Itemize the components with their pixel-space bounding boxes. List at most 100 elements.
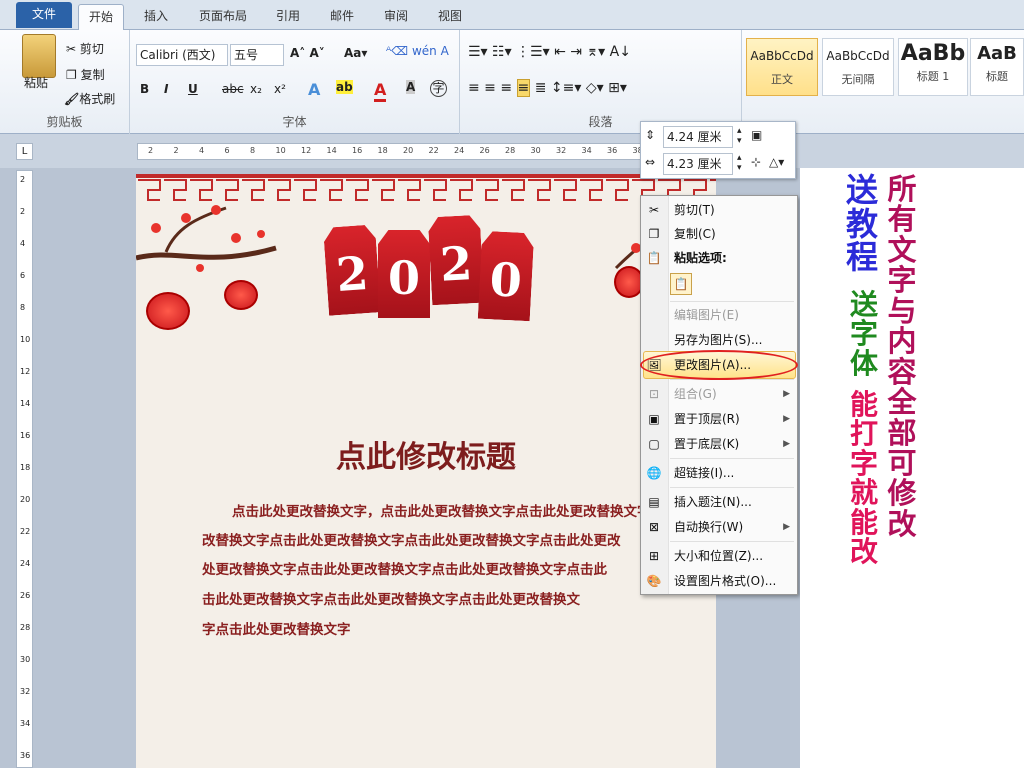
- style-title[interactable]: AaB 标题: [970, 38, 1024, 96]
- body-line-3[interactable]: 处更改替换文字点击此处更改替换文字点击此处更改替换文字点击此: [202, 558, 712, 578]
- bring-forward-icon[interactable]: ▣: [751, 128, 762, 142]
- vertical-ruler[interactable]: 2 2 4 6 8 10 12 14 16 18 20 22 24 26 28 30 32 34 36: [16, 170, 33, 768]
- document-title[interactable]: 点此修改标题: [136, 432, 716, 476]
- highlight-icon[interactable]: ab: [336, 80, 353, 94]
- font-size-combo[interactable]: 五号: [230, 44, 284, 66]
- ruler-mark: 10: [275, 146, 286, 155]
- copy-label: 复制: [80, 68, 105, 82]
- menu-group[interactable]: ⊡ 组合(G) ▶: [640, 382, 796, 406]
- vruler-mark: 10: [20, 335, 31, 344]
- height-icon: ⇕: [645, 128, 656, 142]
- year-tag-2: 0: [378, 230, 430, 318]
- ruler-mark: 22: [428, 146, 439, 155]
- tab-view[interactable]: 视图: [430, 4, 470, 30]
- scissors-icon: ✂: [648, 203, 660, 217]
- menu-wrap-text[interactable]: ⊠ 自动换行(W) ▶: [640, 515, 796, 539]
- vruler-mark: 36: [20, 751, 31, 760]
- tab-selector-icon[interactable]: L: [16, 143, 33, 160]
- font-name-combo[interactable]: Calibri (西文): [136, 44, 228, 66]
- style-heading1[interactable]: AaBb 标题 1: [898, 38, 968, 96]
- cut-label: 剪切: [79, 42, 104, 56]
- paste-button[interactable]: 粘贴: [24, 74, 48, 91]
- menu-send-to-back[interactable]: ▢ 置于底层(K) ▶: [640, 432, 796, 456]
- height-input[interactable]: 4.24 厘米: [663, 126, 733, 148]
- copy-button[interactable]: ❐ 复制: [66, 66, 105, 83]
- style-title-name: 标题: [986, 70, 1008, 83]
- italic-button[interactable]: I: [164, 82, 168, 96]
- annotation-ring: [640, 350, 798, 380]
- tab-home[interactable]: 开始: [78, 4, 124, 31]
- vruler-mark: 32: [20, 687, 31, 696]
- body-line-5[interactable]: 字点击此处更改替换文字: [202, 618, 712, 638]
- bold-button[interactable]: B: [140, 82, 149, 96]
- body-line-2[interactable]: 改替换文字点击此处更改替换文字点击此处更改替换文字点击此处更改: [202, 529, 712, 549]
- document-page[interactable]: 2 0 2 0 点此修改标题 点击此处更改替换文字，点击此处更改替换文字点击此处…: [136, 174, 716, 768]
- clear-format-icon[interactable]: ᴬ⌫ wén A: [386, 44, 449, 58]
- context-menu-items: ✂ 剪切(T) ❐ 复制(C) 📋 粘贴选项: 📋 编辑图片(E) 另存为图片(S).…: [640, 195, 798, 595]
- menu-bring-to-front[interactable]: ▣ 置于顶层(R) ▶: [640, 407, 796, 431]
- enclose-char-icon[interactable]: 字: [430, 80, 447, 97]
- tab-references[interactable]: 引用: [268, 4, 308, 30]
- style-normal-name: 正文: [771, 73, 793, 86]
- promo-type: 能打字就能改: [844, 390, 884, 567]
- align-icons[interactable]: ≡ ≡ ≡ ≡ ≣ ↕≡▾ ◇▾ ⊞▾: [468, 79, 627, 97]
- tab-mailings[interactable]: 邮件: [322, 4, 362, 30]
- tab-review[interactable]: 审阅: [376, 4, 416, 30]
- text-effects-icon[interactable]: A: [308, 80, 320, 99]
- menu-hyperlink-label: 超链接(I)...: [674, 466, 735, 480]
- paste-icon[interactable]: [22, 34, 56, 78]
- tab-file[interactable]: 文件: [16, 2, 72, 28]
- size-icon: ⊞: [648, 549, 660, 563]
- subscript-button[interactable]: x₂: [250, 82, 262, 96]
- menu-edit-picture[interactable]: 编辑图片(E): [640, 303, 796, 327]
- format-painter-button[interactable]: 🖌格式刷: [64, 90, 115, 107]
- ribbon-tab-bar: 文件 开始 插入 页面布局 引用 邮件 审阅 视图: [0, 0, 1024, 31]
- menu-paste-options: 📋 粘贴选项:: [640, 246, 796, 270]
- width-input[interactable]: 4.23 厘米: [663, 153, 733, 175]
- tab-page-layout[interactable]: 页面布局: [190, 4, 256, 30]
- font-color-icon[interactable]: A: [374, 80, 387, 102]
- vruler-mark: 30: [20, 655, 31, 664]
- change-case-icon[interactable]: Aa▾: [344, 46, 367, 60]
- height-spinner-icon[interactable]: ▴ ▾: [737, 126, 742, 146]
- grow-font-icon[interactable]: A˄ A˅: [290, 46, 325, 60]
- width-row: ⇔ 4.23 厘米 ▴ ▾ ⊹ △▾: [645, 153, 793, 175]
- copy-icon: ❐: [648, 227, 660, 241]
- char-shading-icon[interactable]: A: [406, 80, 416, 94]
- tab-insert[interactable]: 插入: [136, 4, 176, 30]
- paste-keep-icon[interactable]: 📋: [670, 273, 692, 295]
- menu-send-to-back-label: 置于底层(K): [674, 437, 740, 451]
- year-tag-1: 2: [323, 224, 381, 315]
- vruler-mark: 24: [20, 559, 31, 568]
- menu-format-picture[interactable]: 🎨 设置图片格式(O)...: [640, 569, 796, 593]
- menu-hyperlink[interactable]: 🌐 超链接(I)...: [640, 461, 796, 485]
- bullets-icon[interactable]: ☰▾ ☷▾ ⋮☰▾ ⇤ ⇥ ⌆▾ A↓: [468, 44, 631, 60]
- ruler-mark: 8: [250, 146, 256, 155]
- superscript-button[interactable]: x²: [274, 82, 286, 96]
- menu-cut[interactable]: ✂ 剪切(T): [640, 198, 796, 222]
- vruler-mark: 12: [20, 367, 31, 376]
- body-line-4[interactable]: 击此处更改替换文字点击此处更改替换文字点击此处更改替换文: [202, 588, 712, 608]
- menu-copy[interactable]: ❐ 复制(C): [640, 222, 796, 246]
- rotate-icon[interactable]: △▾: [769, 155, 784, 169]
- horizontal-ruler[interactable]: 2246810121416182022242628303234363840424…: [137, 143, 719, 160]
- menu-save-as-picture[interactable]: 另存为图片(S)...: [640, 328, 796, 352]
- ruler-mark: 18: [377, 146, 388, 155]
- globe-icon: 🌐: [646, 466, 662, 480]
- ruler-mark: 32: [556, 146, 567, 155]
- underline-button[interactable]: U: [188, 82, 198, 96]
- width-spinner-icon[interactable]: ▴ ▾: [737, 153, 742, 173]
- style-normal[interactable]: AaBbCcDd 正文: [746, 38, 818, 96]
- menu-size-position[interactable]: ⊞ 大小和位置(Z)...: [640, 544, 796, 568]
- vruler-mark: 2: [20, 207, 26, 216]
- menu-insert-caption[interactable]: ▤ 插入题注(N)...: [640, 490, 796, 514]
- width-icon: ⇔: [645, 155, 656, 169]
- promo-line-3: 送字体: [849, 288, 878, 380]
- crop-icon[interactable]: ⊹: [751, 155, 761, 169]
- menu-paste-options-label: 粘贴选项:: [674, 251, 727, 265]
- style-no-spacing-sample: AaBbCcDd: [826, 49, 890, 63]
- cut-button[interactable]: ✂ 剪切: [66, 40, 104, 57]
- strikethrough-button[interactable]: abc: [222, 82, 244, 96]
- promo-tutorial: 送教程: [842, 173, 882, 275]
- style-no-spacing[interactable]: AaBbCcDd 无间隔: [822, 38, 894, 96]
